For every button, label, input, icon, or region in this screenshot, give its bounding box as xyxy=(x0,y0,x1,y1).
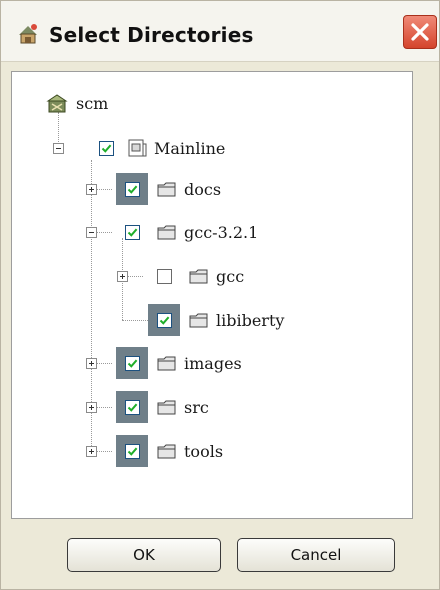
checkbox-wrapper xyxy=(148,260,180,292)
checkbox-mainline[interactable] xyxy=(98,140,114,156)
check-icon xyxy=(127,185,137,194)
checkbox-images[interactable] xyxy=(124,355,140,371)
close-button[interactable] xyxy=(403,15,437,49)
close-icon xyxy=(411,23,429,41)
dialog-footer: OK Cancel xyxy=(1,520,439,589)
tree-node-images[interactable]: images xyxy=(116,347,242,379)
expand-toggle-src[interactable] xyxy=(86,402,97,413)
tree-node-tools[interactable]: tools xyxy=(116,435,224,467)
tree-line xyxy=(96,363,112,364)
tree-root-label: scm xyxy=(76,93,109,113)
folder-icon xyxy=(157,400,176,415)
tree-line xyxy=(127,276,143,277)
tree-node-libiberty[interactable]: libiberty xyxy=(148,304,285,336)
tree-node-src[interactable]: src xyxy=(116,391,209,423)
tree-node-label: tools xyxy=(184,441,224,461)
tree-line xyxy=(96,232,112,233)
checkbox-gcc-3-2-1[interactable] xyxy=(124,224,140,240)
tree-line xyxy=(96,189,112,190)
check-icon xyxy=(159,316,169,325)
folder-icon xyxy=(157,225,176,240)
checkbox-libiberty[interactable] xyxy=(156,312,172,328)
tree-node-label: gcc-3.2.1 xyxy=(184,222,259,242)
folder-icon xyxy=(189,269,208,284)
folder-icon xyxy=(189,313,208,328)
tree-node-gcc[interactable]: gcc xyxy=(148,263,244,289)
check-icon xyxy=(127,359,137,368)
app-icon xyxy=(19,24,37,44)
collapse-toggle-mainline[interactable] xyxy=(53,143,64,154)
directory-tree[interactable]: scm Mainline docs gcc-3.2.1 gcc libibert… xyxy=(11,71,413,519)
folder-icon xyxy=(157,182,176,197)
tree-root-scm[interactable]: scm xyxy=(46,90,108,116)
tree-node-docs[interactable]: docs xyxy=(116,173,222,205)
tree-node-label: Mainline xyxy=(154,138,226,158)
checkbox-wrapper xyxy=(90,132,122,164)
tree-node-label: gcc xyxy=(216,266,245,286)
checkbox-wrapper xyxy=(116,391,148,423)
ok-button[interactable]: OK xyxy=(67,538,221,572)
cancel-button[interactable]: Cancel xyxy=(237,538,395,572)
tree-node-label: libiberty xyxy=(216,310,285,330)
check-icon xyxy=(101,144,111,153)
checkbox-src[interactable] xyxy=(124,399,140,415)
title-bar[interactable]: Select Directories xyxy=(1,1,439,62)
check-icon xyxy=(127,228,137,237)
checkbox-wrapper xyxy=(148,304,180,336)
branch-icon xyxy=(128,139,147,157)
checkbox-docs[interactable] xyxy=(124,181,140,197)
select-directories-dialog: Select Directories scm Mainline docs gcc… xyxy=(0,0,440,590)
checkbox-gcc[interactable] xyxy=(156,268,172,284)
folder-icon xyxy=(157,444,176,459)
tree-node-label: images xyxy=(184,353,242,373)
check-icon xyxy=(127,403,137,412)
tree-node-label: docs xyxy=(184,179,222,199)
tree-line xyxy=(96,407,112,408)
check-icon xyxy=(127,447,137,456)
checkbox-tools[interactable] xyxy=(124,443,140,459)
expand-toggle-tools[interactable] xyxy=(86,446,97,457)
checkbox-wrapper xyxy=(116,216,148,248)
tree-node-label: src xyxy=(184,397,209,417)
expand-toggle-docs[interactable] xyxy=(86,184,97,195)
checkbox-wrapper xyxy=(116,435,148,467)
checkbox-wrapper xyxy=(116,347,148,379)
folder-icon xyxy=(157,356,176,371)
tree-line xyxy=(122,320,148,321)
expand-toggle-gcc[interactable] xyxy=(117,271,128,282)
expand-toggle-images[interactable] xyxy=(86,358,97,369)
checkbox-wrapper xyxy=(116,173,148,205)
tree-node-gcc-3-2-1[interactable]: gcc-3.2.1 xyxy=(116,219,258,245)
repository-icon xyxy=(46,94,68,113)
collapse-toggle-gcc-3-2-1[interactable] xyxy=(86,227,97,238)
tree-node-mainline[interactable]: Mainline xyxy=(90,135,225,161)
dialog-title: Select Directories xyxy=(49,23,254,47)
